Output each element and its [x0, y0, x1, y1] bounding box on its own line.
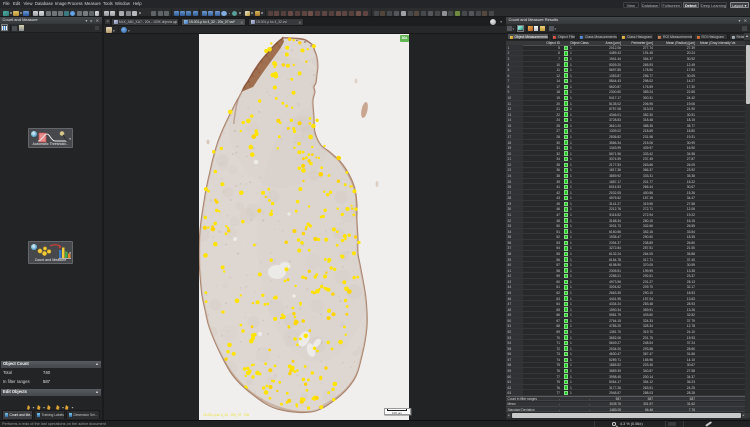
- svg-text:19-001-p ko 4_32 - 20x_07 20: 19-001-p ko 4_32 - 20x_07 20x: [203, 413, 249, 417]
